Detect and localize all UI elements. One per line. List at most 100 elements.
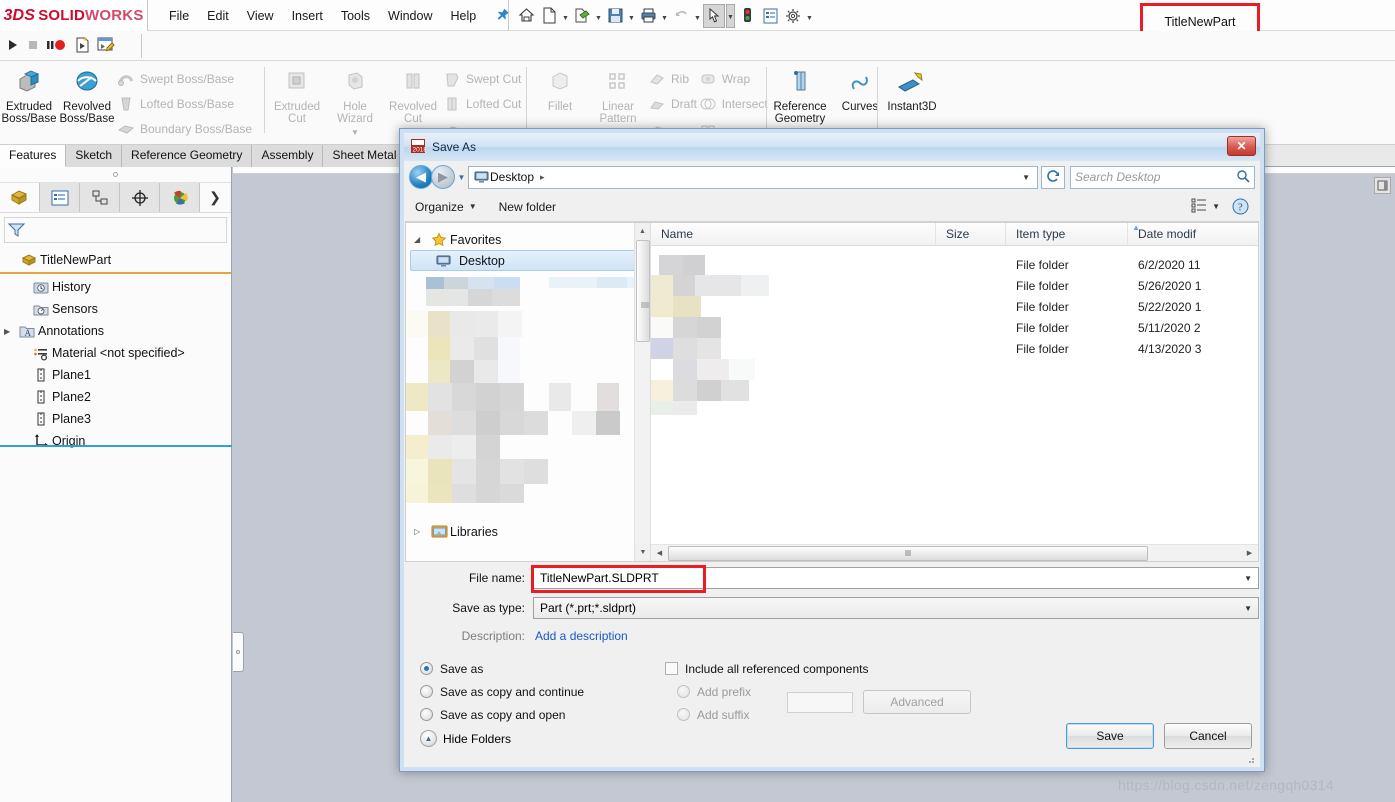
solidworks-logo[interactable]: 3DS SOLIDWORKS xyxy=(0,0,148,31)
lofted-boss-base-button[interactable]: Lofted Boss/Base xyxy=(116,91,252,116)
tree-rollback-bar[interactable] xyxy=(0,272,231,274)
tab-features[interactable]: Features xyxy=(0,145,67,167)
table-row[interactable]: File folder 4/13/2020 3 xyxy=(651,338,1258,359)
table-row[interactable]: File folder 6/2/2020 11 xyxy=(651,254,1258,275)
table-row[interactable]: File folder 5/26/2020 1 xyxy=(651,275,1258,296)
open-folder-icon[interactable] xyxy=(571,4,593,28)
new-document-caret-icon[interactable]: ▼ xyxy=(561,4,570,28)
nav-item-libraries[interactable]: ▷ Libraries xyxy=(406,521,650,542)
scroll-right-icon[interactable]: ▶ xyxy=(1241,549,1258,557)
configuration-manager-icon[interactable] xyxy=(80,183,120,212)
gear-caret-icon[interactable]: ▼ xyxy=(805,4,814,28)
rebuild-traffic-light-icon[interactable] xyxy=(736,4,758,28)
revolved-boss-base-button[interactable]: Revolved Boss/Base xyxy=(58,61,116,125)
radio-save-as-indicator[interactable] xyxy=(420,662,433,675)
breadcrumb-separator[interactable]: ▸ xyxy=(540,172,545,183)
tree-node-annotations[interactable]: ▶ A Annotations xyxy=(0,320,231,342)
radio-add-prefix-indicator[interactable] xyxy=(677,685,690,698)
linear-pattern-button[interactable]: Linear Pattern xyxy=(589,61,647,125)
undo-caret-icon[interactable]: ▼ xyxy=(693,4,702,28)
table-row[interactable]: File folder 5/11/2020 2 xyxy=(651,317,1258,338)
panel-splitter[interactable] xyxy=(0,167,231,183)
column-header-size[interactable]: Size xyxy=(936,223,1006,245)
tree-node-origin[interactable]: Origin xyxy=(0,430,231,452)
recent-locations-icon[interactable]: ▼ xyxy=(455,173,468,182)
advanced-button[interactable]: Advanced xyxy=(863,690,971,714)
back-button[interactable]: ◀ xyxy=(409,165,433,189)
collapse-arrow-icon[interactable]: ◢ xyxy=(414,235,428,244)
tree-node-plane3[interactable]: Plane3 xyxy=(0,408,231,430)
help-icon[interactable]: ? xyxy=(1232,198,1249,215)
radio-add-suffix-indicator[interactable] xyxy=(677,708,690,721)
include-refs-checkbox[interactable] xyxy=(665,662,678,675)
save-icon[interactable] xyxy=(604,4,626,28)
nav-pane-scrollbar[interactable]: ▲ ▼ xyxy=(634,223,650,561)
scroll-down-icon[interactable]: ▼ xyxy=(635,544,650,561)
lofted-cut-button[interactable]: Lofted Cut xyxy=(442,91,539,116)
extruded-cut-button[interactable]: Extruded Cut xyxy=(268,61,326,125)
nav-scroll-thumb[interactable] xyxy=(636,240,650,342)
tree-node-history[interactable]: History xyxy=(0,276,231,298)
select-cursor-caret-icon[interactable]: ▼ xyxy=(726,3,735,28)
swept-cut-button[interactable]: Swept Cut xyxy=(442,66,539,91)
cancel-button[interactable]: Cancel xyxy=(1164,723,1252,749)
instant3d-button[interactable]: Instant3D xyxy=(880,61,944,113)
column-header-name[interactable]: Name xyxy=(651,223,936,245)
menu-item-help[interactable]: Help xyxy=(442,4,486,28)
affix-text-input[interactable] xyxy=(787,691,853,713)
menu-item-insert[interactable]: Insert xyxy=(283,4,332,28)
tab-sketch[interactable]: Sketch xyxy=(66,145,123,167)
stop-macro-icon[interactable] xyxy=(26,38,40,55)
dimxpert-icon[interactable] xyxy=(120,183,160,212)
table-row[interactable] xyxy=(651,401,1258,422)
refresh-icon[interactable] xyxy=(1041,165,1065,189)
file-name-input[interactable]: TitleNewPart.SLDPRT ▼ xyxy=(533,567,1259,589)
column-header-item-type[interactable]: Item type xyxy=(1006,223,1128,245)
tree-node-sensors[interactable]: Sensors xyxy=(0,298,231,320)
new-folder-button[interactable]: New folder xyxy=(499,200,556,214)
print-icon[interactable] xyxy=(637,4,659,28)
feature-tree-filter-input[interactable] xyxy=(4,217,227,243)
menu-item-tools[interactable]: Tools xyxy=(332,4,379,28)
dialog-title-bar[interactable]: 2018 Save As ✕ xyxy=(404,133,1260,161)
column-header-date-modified[interactable]: Date modif xyxy=(1128,223,1248,245)
property-manager-icon[interactable] xyxy=(40,183,80,212)
reference-geometry-button[interactable]: Reference Geometry xyxy=(769,61,831,125)
save-as-type-select[interactable]: Part (*.prt;*.sldprt) ▼ xyxy=(533,597,1259,619)
address-path-text[interactable]: Desktop xyxy=(490,170,534,184)
task-pane-toggle-button[interactable] xyxy=(1374,177,1391,194)
intersect-button[interactable]: Intersect xyxy=(698,91,768,116)
options-list-icon[interactable] xyxy=(759,4,781,28)
radio-save-copy-continue-indicator[interactable] xyxy=(420,685,433,698)
resize-grip-icon[interactable] xyxy=(1244,753,1256,765)
pin-icon[interactable] xyxy=(491,5,513,27)
boundary-boss-base-button[interactable]: Boundary Boss/Base xyxy=(116,116,252,141)
chevron-down-icon[interactable]: ▼ xyxy=(1244,604,1252,613)
radio-save-copy-open-indicator[interactable] xyxy=(420,708,433,721)
tree-node-material[interactable]: Material <not specified> xyxy=(0,342,231,364)
swept-boss-base-button[interactable]: Swept Boss/Base xyxy=(116,66,252,91)
feature-tree-icon[interactable] xyxy=(0,183,40,212)
add-description-link[interactable]: Add a description xyxy=(535,629,628,643)
pause-record-icon[interactable] xyxy=(46,38,68,55)
search-icon[interactable] xyxy=(1236,169,1250,186)
undo-icon[interactable] xyxy=(670,4,692,28)
wrap-button[interactable]: Wrap xyxy=(698,66,768,91)
revolved-cut-button[interactable]: Revolved Cut xyxy=(384,61,442,125)
new-macro-icon[interactable] xyxy=(74,36,91,56)
display-manager-icon[interactable] xyxy=(160,183,200,212)
panel-collapse-handle[interactable] xyxy=(233,632,244,672)
draft-button[interactable]: Draft xyxy=(647,91,698,116)
menu-item-view[interactable]: View xyxy=(238,4,283,28)
gear-icon[interactable] xyxy=(782,4,804,28)
forward-button[interactable]: ▶ xyxy=(431,165,455,189)
scroll-thumb[interactable] xyxy=(668,545,1148,561)
menu-item-file[interactable]: File xyxy=(160,4,198,28)
table-row[interactable] xyxy=(651,380,1258,401)
search-input[interactable]: Search Desktop xyxy=(1070,165,1255,189)
expand-arrow-icon[interactable]: ▷ xyxy=(414,527,428,536)
close-icon[interactable]: ✕ xyxy=(1227,136,1256,156)
chevron-down-icon[interactable]: ▼ xyxy=(1022,173,1034,182)
table-row[interactable] xyxy=(651,359,1258,380)
select-cursor-icon[interactable] xyxy=(703,3,725,28)
